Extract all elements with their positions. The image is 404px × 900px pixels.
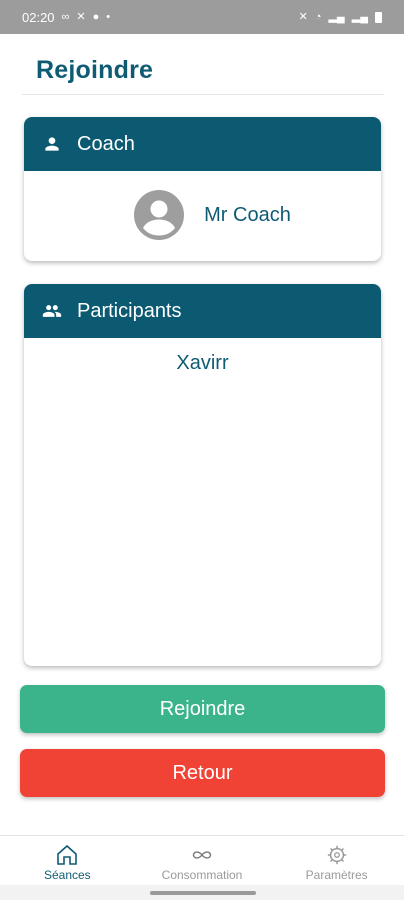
- nav-item-consommation[interactable]: Consommation: [135, 836, 270, 886]
- coach-card: Coach Mr Coach: [24, 117, 381, 261]
- missed-call-icon: ✕: [76, 10, 86, 23]
- status-bar: 02:20 ∞ ✕ ● • ✕ ◔ ▂▄ ▂▄: [0, 0, 404, 34]
- nav-item-parametres[interactable]: Paramètres: [269, 836, 404, 886]
- wifi-icon: ◔: [314, 10, 322, 23]
- list-item: Xavirr: [176, 352, 229, 374]
- nav-label-seances: Séances: [43, 868, 91, 882]
- participants-card-header: Participants: [24, 284, 381, 338]
- status-right: ✕ ◔ ▂▄ ▂▄: [298, 10, 382, 23]
- page-title: Rejoindre: [36, 56, 154, 84]
- mute-icon: ✕: [298, 10, 308, 23]
- coach-card-header: Coach: [24, 117, 381, 171]
- back-button[interactable]: Retour: [20, 749, 385, 797]
- join-button[interactable]: Rejoindre: [20, 685, 385, 733]
- infinity-icon: [190, 844, 214, 866]
- nav-label-parametres: Paramètres: [305, 868, 368, 882]
- coach-card-title: Coach: [77, 132, 135, 155]
- bottom-nav: Séances Consommation Paramètres: [0, 835, 404, 886]
- nav-item-seances[interactable]: Séances: [0, 836, 135, 886]
- nav-label-consommation: Consommation: [161, 868, 243, 882]
- status-time: 02:20: [22, 9, 55, 25]
- status-left: 02:20 ∞ ✕ ● •: [22, 10, 110, 25]
- coach-name: Mr Coach: [204, 203, 291, 226]
- participants-card-title: Participants: [77, 299, 182, 322]
- participants-card: Participants Xavirr: [24, 284, 381, 666]
- home-indicator[interactable]: [150, 891, 256, 895]
- home-icon: [55, 844, 79, 866]
- signal-2-icon: ▂▄: [351, 10, 368, 23]
- notification-dot-icon: •: [106, 10, 111, 23]
- gear-icon: [325, 844, 349, 866]
- signal-icon: ▂▄: [328, 10, 345, 23]
- voicemail-icon: ∞: [61, 10, 70, 23]
- battery-icon: [375, 11, 382, 23]
- person-icon: [42, 134, 62, 154]
- coach-row: Mr Coach: [24, 171, 381, 259]
- participant-list: Xavirr: [24, 338, 381, 374]
- group-icon: [42, 301, 62, 321]
- messenger-icon: ●: [92, 10, 100, 23]
- avatar: [134, 190, 185, 240]
- header-divider: [22, 94, 384, 95]
